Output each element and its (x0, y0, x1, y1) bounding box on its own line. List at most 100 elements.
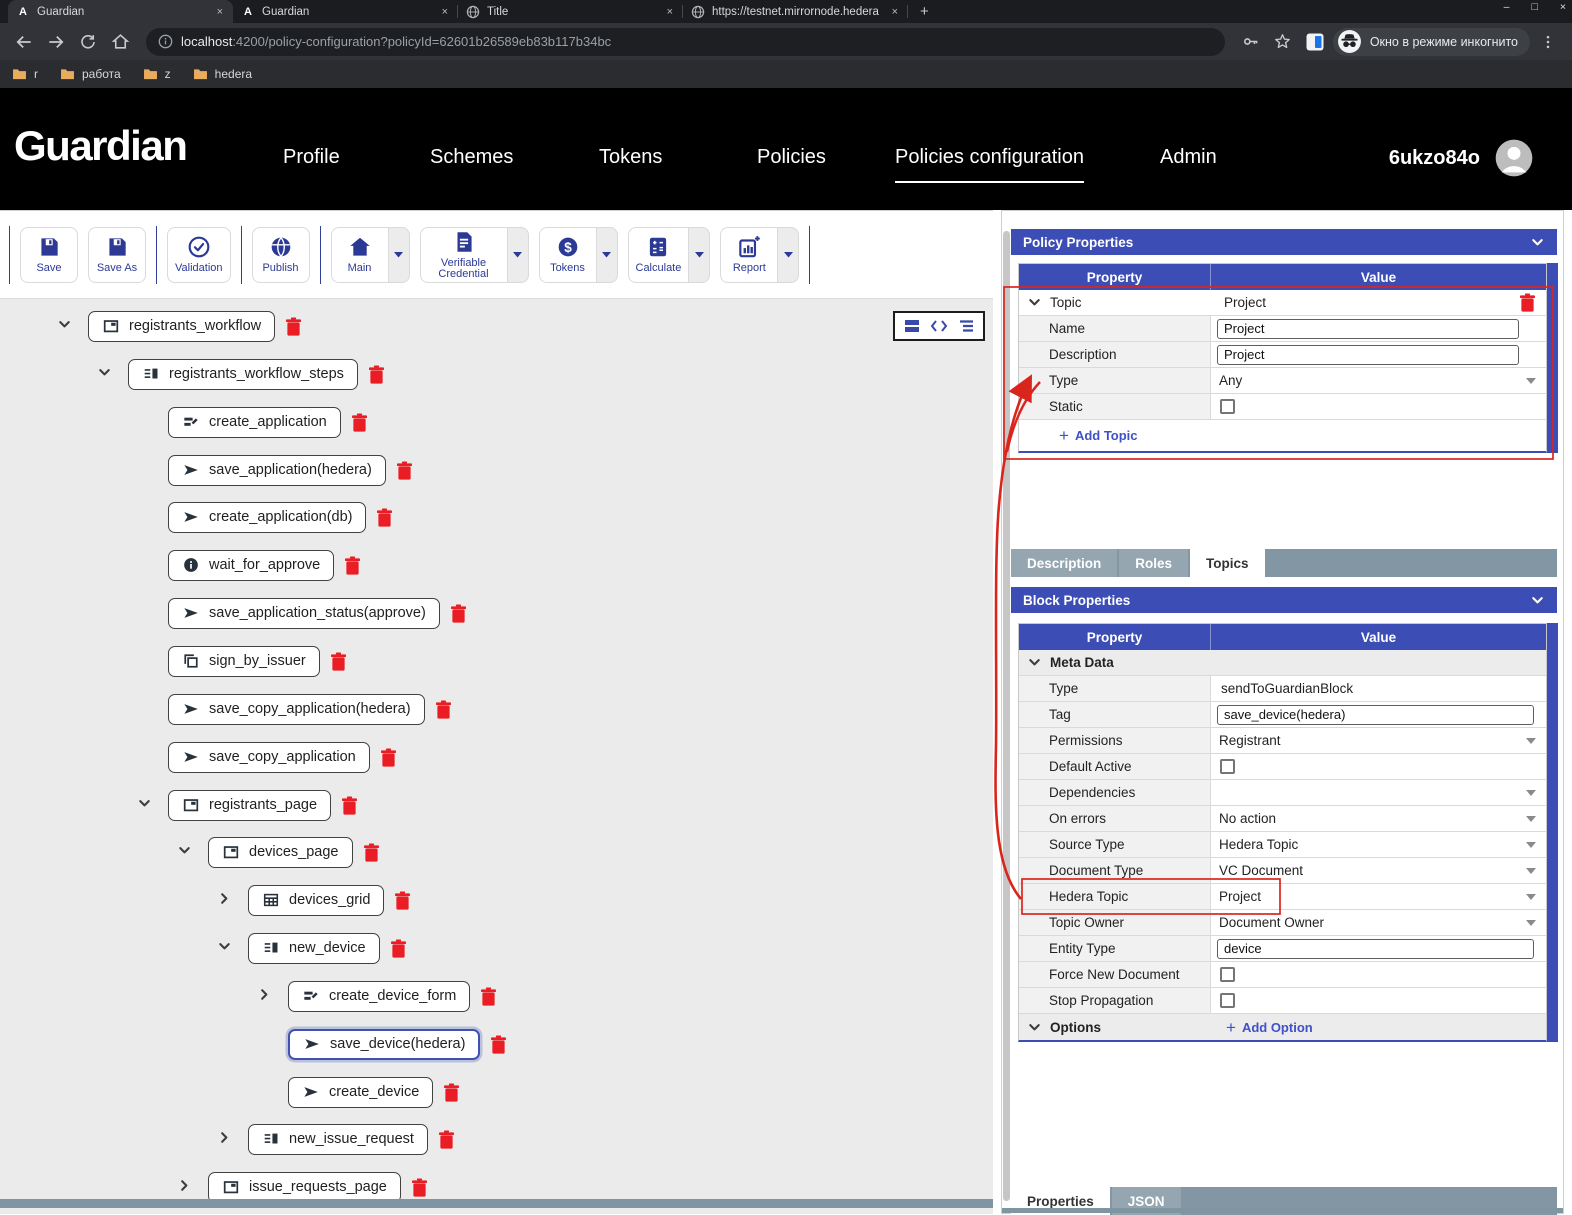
tokens-dropdown-button[interactable] (597, 227, 618, 283)
dropdown-arrow-icon[interactable] (1526, 790, 1536, 796)
nav-item-schemes[interactable]: Schemes (430, 146, 513, 169)
delete-block-icon[interactable] (363, 843, 380, 862)
dropdown-arrow-icon[interactable] (1526, 868, 1536, 874)
tree-block-create-application[interactable]: create_application (168, 407, 341, 438)
bookmark-item[interactable]: r (12, 67, 38, 81)
expander-down-icon[interactable] (1027, 1020, 1042, 1035)
delete-block-icon[interactable] (351, 413, 368, 432)
expander-right-icon[interactable] (177, 1178, 192, 1198)
expander-right-icon[interactable] (217, 891, 232, 911)
tree-block-registrants-workflow-steps[interactable]: registrants_workflow_steps (128, 359, 358, 390)
default-active-checkbox[interactable] (1220, 759, 1235, 774)
delete-block-icon[interactable] (394, 891, 411, 910)
report-button[interactable]: Report (720, 227, 778, 283)
bookmark-star-icon[interactable] (1269, 28, 1297, 56)
browser-tab[interactable]: AGuardian× (233, 0, 458, 23)
tab-description[interactable]: Description (1011, 549, 1117, 577)
expander-down-icon[interactable] (97, 365, 112, 385)
expander-down-icon[interactable] (137, 796, 152, 816)
property-value-cell[interactable]: No action (1211, 811, 1546, 826)
tree-block-devices-page[interactable]: devices_page (208, 837, 353, 868)
nav-item-policies-configuration[interactable]: Policies configuration (895, 146, 1084, 169)
expander-down-icon[interactable] (1027, 295, 1042, 310)
tree-block-save-copy-application-hedera[interactable]: save_copy_application(hedera) (168, 694, 425, 725)
key-icon[interactable] (1237, 28, 1265, 56)
property-value-cell[interactable]: Hedera Topic (1211, 837, 1546, 852)
user-menu[interactable]: 6ukzo84o (1389, 138, 1534, 178)
table-scrollbar[interactable] (1547, 263, 1558, 453)
browser-home-icon[interactable] (106, 28, 134, 56)
avatar[interactable] (1494, 138, 1534, 178)
tree-block-create-application-db[interactable]: create_application(db) (168, 502, 366, 533)
verifiable-credential-dropdown-button[interactable] (508, 227, 529, 283)
tab-roles[interactable]: Roles (1119, 549, 1188, 577)
property-value-cell[interactable]: Project (1211, 889, 1546, 904)
property-value-cell[interactable]: Any (1211, 373, 1546, 388)
tab-close-icon[interactable]: × (440, 6, 450, 18)
tree-block-issue-requests-page[interactable]: issue_requests_page (208, 1172, 401, 1203)
dropdown-arrow-icon[interactable] (1526, 894, 1536, 900)
panel-scrollbar[interactable] (1003, 231, 1010, 1201)
maximize-icon[interactable]: □ (1532, 0, 1538, 14)
add-add-topic-link[interactable]: +Add Topic (1059, 428, 1138, 443)
reload-icon[interactable] (74, 28, 102, 56)
validation-button[interactable]: Validation (167, 227, 231, 283)
extension-icon[interactable] (1301, 28, 1329, 56)
delete-block-icon[interactable] (480, 987, 497, 1006)
delete-block-icon[interactable] (285, 317, 302, 336)
expander-right-icon[interactable] (257, 987, 272, 1007)
dropdown-arrow-icon[interactable] (1526, 816, 1536, 822)
dropdown-arrow-icon[interactable] (1526, 842, 1536, 848)
report-dropdown-button[interactable] (778, 227, 799, 283)
nav-item-profile[interactable]: Profile (283, 146, 340, 169)
dropdown-arrow-icon[interactable] (1526, 738, 1536, 744)
tree-block-wait-for-approve[interactable]: wait_for_approve (168, 550, 334, 581)
delete-block-icon[interactable] (380, 748, 397, 767)
new-tab-button[interactable]: + (908, 0, 941, 23)
collapse-icon[interactable] (1530, 235, 1545, 250)
force-new-document-checkbox[interactable] (1220, 967, 1235, 982)
canvas-scrollbar[interactable] (0, 1199, 993, 1208)
tree-block-save-device-hedera[interactable]: save_device(hedera) (288, 1029, 480, 1060)
tag-input[interactable] (1217, 705, 1534, 725)
name-input[interactable] (1217, 319, 1519, 339)
expander-right-icon[interactable] (217, 1130, 232, 1150)
forward-icon[interactable] (42, 28, 70, 56)
main-dropdown-button[interactable] (389, 227, 410, 283)
bookmark-item[interactable]: работа (60, 67, 121, 81)
delete-block-icon[interactable] (435, 700, 452, 719)
tab-close-icon[interactable]: × (665, 6, 675, 18)
delete-block-icon[interactable] (368, 365, 385, 384)
tree-block-registrants-page[interactable]: registrants_page (168, 790, 331, 821)
expander-down-icon[interactable] (217, 939, 232, 959)
stop-propagation-checkbox[interactable] (1220, 993, 1235, 1008)
main-button[interactable]: Main (331, 227, 389, 283)
tree-block-save-application-hedera[interactable]: save_application(hedera) (168, 455, 386, 486)
delete-block-icon[interactable] (450, 604, 467, 623)
publish-button[interactable]: Publish (252, 227, 310, 283)
delete-block-icon[interactable] (330, 652, 347, 671)
delete-block-icon[interactable] (438, 1130, 455, 1149)
property-value-cell[interactable]: VC Document (1211, 863, 1546, 878)
browser-tab[interactable]: Title× (458, 0, 683, 23)
delete-icon[interactable] (1519, 293, 1536, 315)
expander-down-icon[interactable] (57, 317, 72, 337)
tab-topics[interactable]: Topics (1190, 549, 1265, 577)
address-bar[interactable]: localhost:4200/policy-configuration?poli… (146, 28, 1225, 56)
description-input[interactable] (1217, 345, 1519, 365)
calculate-dropdown-button[interactable] (689, 227, 710, 283)
tree-block-create-device-form[interactable]: create_device_form (288, 981, 470, 1012)
minimize-icon[interactable]: – (1504, 0, 1510, 14)
site-info-icon[interactable] (158, 34, 173, 49)
delete-block-icon[interactable] (390, 939, 407, 958)
browser-tab[interactable]: AGuardian× (8, 0, 233, 23)
tree-block-sign-by-issuer[interactable]: sign_by_issuer (168, 646, 320, 677)
close-icon[interactable]: × (1560, 0, 1566, 14)
tree-block-save-copy-application[interactable]: save_copy_application (168, 742, 370, 773)
tree-block-save-application-status-approve[interactable]: save_application_status(approve) (168, 598, 440, 629)
save-as-button[interactable]: Save As (88, 227, 146, 283)
nav-item-policies[interactable]: Policies (757, 146, 826, 169)
expander-down-icon[interactable] (1027, 655, 1042, 670)
tree-block-create-device[interactable]: create_device (288, 1077, 433, 1108)
delete-block-icon[interactable] (376, 508, 393, 527)
